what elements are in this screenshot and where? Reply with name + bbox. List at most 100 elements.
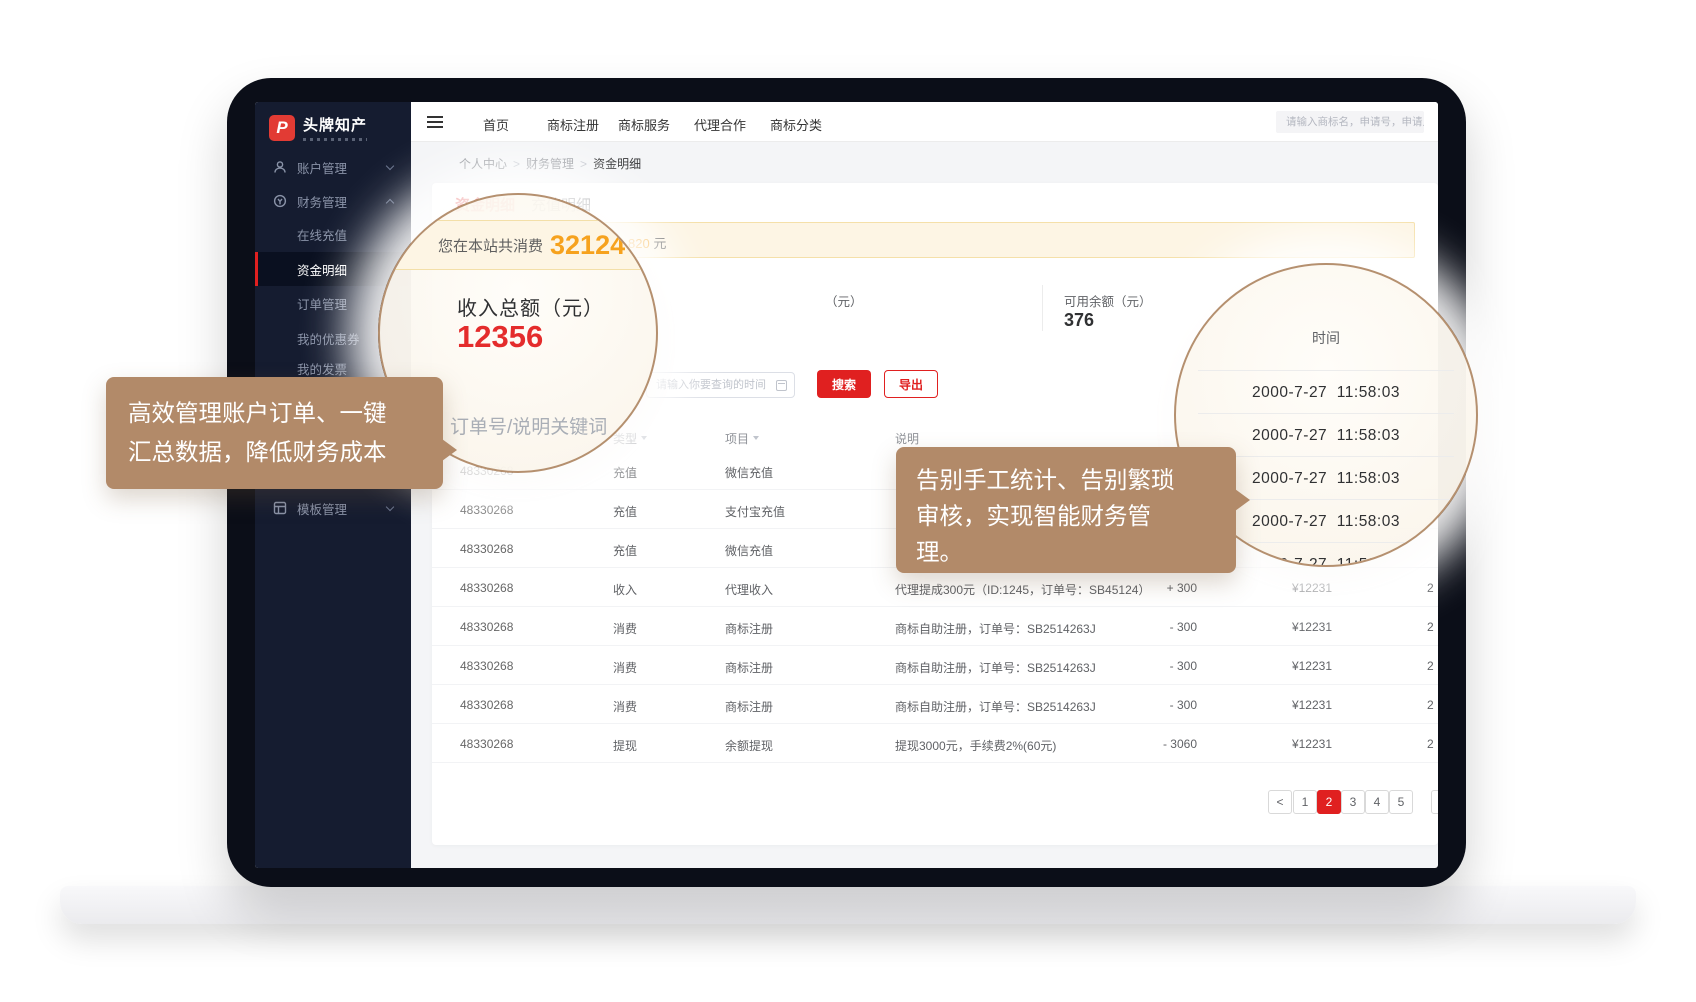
user-icon bbox=[273, 160, 287, 174]
sidebar-item-account[interactable]: 账户管理 bbox=[255, 151, 411, 183]
breadcrumb-item[interactable]: 财务管理 bbox=[526, 157, 574, 171]
table-row[interactable]: 48330268 提现 余额提现 提现3000元，手续费2%(60元) - 30… bbox=[432, 724, 1438, 763]
cell-time: 2 bbox=[1427, 698, 1434, 712]
time-cell: 2000-7-27 11:58:03 bbox=[1198, 542, 1454, 567]
table-row[interactable]: 48330268 收入 代理收入 代理提成300元（ID:1245，订单号：SB… bbox=[432, 568, 1438, 607]
table-row[interactable]: 48330268 消费 商标注册 商标自助注册，订单号：SB2514263J -… bbox=[432, 685, 1438, 724]
nav-tab-register[interactable]: 商标注册 bbox=[547, 115, 599, 134]
tooltip-left: 高效管理账户订单、一键 汇总数据，降低财务成本 bbox=[106, 377, 443, 489]
cell-amount: + 300 bbox=[1112, 581, 1197, 595]
tooltip-text: 汇总数据，降低财务成本 bbox=[128, 433, 421, 472]
tooltip-arrow bbox=[442, 439, 457, 461]
logo-subtext bbox=[303, 138, 367, 141]
cell-amount: - 3060 bbox=[1112, 737, 1197, 751]
cell-project: 支付宝充值 bbox=[725, 503, 785, 520]
consumption-prefix: 您在本站共消费 bbox=[438, 235, 543, 256]
logo[interactable]: P 头牌知产 bbox=[269, 114, 367, 141]
chevron-down-icon bbox=[386, 503, 394, 511]
stat-middle-label: （元） bbox=[825, 291, 863, 310]
nav-tab-category[interactable]: 商标分类 bbox=[770, 115, 822, 134]
sidebar-item-label: 在线充值 bbox=[297, 225, 347, 244]
cell-time: 2 bbox=[1427, 581, 1434, 595]
calendar-icon bbox=[776, 380, 787, 391]
cell-order-no: 48330268 bbox=[460, 620, 513, 634]
cell-balance: ¥12231 bbox=[1242, 659, 1332, 673]
tooltip-arrow bbox=[1235, 489, 1250, 511]
cell-project: 微信充值 bbox=[725, 542, 773, 559]
breadcrumb-separator: > bbox=[580, 157, 587, 171]
sidebar-item-label: 资金明细 bbox=[297, 260, 347, 279]
sidebar-item-label: 模板管理 bbox=[297, 499, 347, 518]
breadcrumb-item[interactable]: 个人中心 bbox=[459, 157, 507, 171]
stat-divider bbox=[1042, 285, 1043, 331]
export-button[interactable]: 导出 bbox=[884, 370, 938, 398]
sidebar-item-label: 账户管理 bbox=[297, 158, 347, 177]
trademark-search-input[interactable] bbox=[1276, 111, 1424, 133]
chevron-down-icon bbox=[386, 162, 394, 170]
logo-title: 头牌知产 bbox=[303, 114, 367, 135]
breadcrumb-current: 资金明细 bbox=[593, 157, 641, 171]
column-header-type[interactable]: 类型 bbox=[613, 430, 647, 447]
table-row[interactable]: 48330268 消费 商标注册 商标自助注册，订单号：SB2514263J -… bbox=[432, 607, 1438, 646]
cell-order-no: 48330268 bbox=[460, 581, 513, 595]
column-header-time: 时间 bbox=[1176, 328, 1476, 348]
tooltip-text: 理。 bbox=[916, 534, 1216, 570]
date-query-input[interactable] bbox=[646, 372, 795, 398]
pagination-page-button-active[interactable]: 2 bbox=[1317, 790, 1341, 814]
cell-time: 2 bbox=[1427, 620, 1434, 634]
column-header-project[interactable]: 项目 bbox=[725, 430, 759, 447]
stat-income-value: 12356 bbox=[457, 319, 543, 355]
pagination-prev-button[interactable]: < bbox=[1268, 790, 1292, 814]
tooltip-text: 审核，实现智能财务管 bbox=[916, 498, 1216, 534]
pagination-next-button[interactable] bbox=[1431, 790, 1438, 814]
stat-balance-label: 可用余额（元） bbox=[1064, 291, 1152, 310]
consumption-unit: 元 bbox=[632, 235, 647, 256]
cell-project: 商标注册 bbox=[725, 698, 773, 715]
cell-balance: ¥12231 bbox=[1242, 737, 1332, 751]
cell-desc: 商标自助注册，订单号：SB2514263J bbox=[895, 620, 1096, 637]
logo-text: 头牌知产 bbox=[303, 114, 367, 141]
finance-icon bbox=[273, 194, 287, 208]
cell-desc: 商标自助注册，订单号：SB2514263J bbox=[895, 698, 1096, 715]
nav-tab-home[interactable]: 首页 bbox=[483, 115, 509, 134]
stat-income-label: 收入总额（元） bbox=[457, 292, 604, 321]
sidebar-item-label: 我的发票 bbox=[297, 359, 347, 378]
cell-time: 2 bbox=[1427, 737, 1434, 751]
cell-project: 商标注册 bbox=[725, 620, 773, 637]
cell-balance: ¥12231 bbox=[1242, 581, 1332, 595]
sort-caret-icon bbox=[641, 436, 647, 443]
logo-icon: P bbox=[269, 115, 295, 141]
sidebar-item-label: 我的优惠券 bbox=[297, 329, 360, 348]
sidebar-item-templates[interactable]: 模板管理 bbox=[255, 492, 411, 524]
column-header-order-keyword: 订单号/说明关键词 bbox=[450, 412, 607, 439]
pagination: < 1 2 3 4 5 bbox=[432, 790, 1438, 814]
cell-project: 商标注册 bbox=[725, 659, 773, 676]
cell-time: 2 bbox=[1427, 659, 1434, 673]
nav-tab-agent[interactable]: 代理合作 bbox=[694, 115, 746, 134]
cell-project: 余额提现 bbox=[725, 737, 773, 754]
pagination-page-button[interactable]: 5 bbox=[1389, 790, 1413, 814]
tooltip-right: 告别手工统计、告别繁琐 审核，实现智能财务管 理。 bbox=[896, 447, 1236, 573]
tooltip-text: 告别手工统计、告别繁琐 bbox=[916, 462, 1216, 498]
pagination-page-button[interactable]: 3 bbox=[1341, 790, 1365, 814]
table-row[interactable]: 48330268 消费 商标注册 商标自助注册，订单号：SB2514263J -… bbox=[432, 646, 1438, 685]
cell-order-no: 48330268 bbox=[460, 542, 513, 556]
pagination-page-button[interactable]: 4 bbox=[1365, 790, 1389, 814]
search-button[interactable]: 搜索 bbox=[817, 370, 871, 398]
sort-caret-icon bbox=[753, 436, 759, 443]
cell-type: 充值 bbox=[613, 503, 637, 520]
nav-tab-service[interactable]: 商标服务 bbox=[618, 115, 670, 134]
cell-order-no: 48330268 bbox=[460, 503, 513, 517]
sidebar-item-label: 订单管理 bbox=[297, 294, 347, 313]
cell-type: 消费 bbox=[613, 659, 637, 676]
sidebar-item-finance[interactable]: 财务管理 bbox=[255, 185, 411, 217]
cell-balance: ¥12231 bbox=[1242, 698, 1332, 712]
pagination-page-button[interactable]: 1 bbox=[1293, 790, 1317, 814]
breadcrumb: 个人中心>财务管理>资金明细 bbox=[459, 155, 641, 172]
cell-amount: - 300 bbox=[1112, 659, 1197, 673]
hamburger-menu-icon[interactable] bbox=[427, 116, 443, 128]
cell-type: 收入 bbox=[613, 581, 637, 598]
cell-type: 充值 bbox=[613, 542, 637, 559]
cell-type: 提现 bbox=[613, 737, 637, 754]
cell-amount: - 300 bbox=[1112, 698, 1197, 712]
